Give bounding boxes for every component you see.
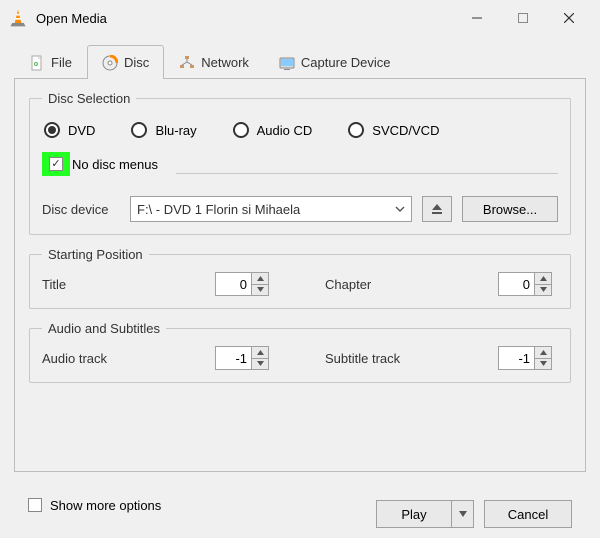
tab-file[interactable]: File (14, 45, 87, 79)
disc-icon (102, 55, 118, 71)
file-icon (29, 55, 45, 71)
radio-bluray[interactable]: Blu-ray (131, 122, 196, 138)
radio-dot-icon (44, 122, 60, 138)
title-spin-buttons (251, 272, 269, 296)
eject-icon (430, 202, 444, 216)
minimize-button[interactable] (454, 3, 500, 33)
audio-track-spinner[interactable] (215, 346, 271, 370)
radio-dot-icon (131, 122, 147, 138)
chapter-spin-buttons (534, 272, 552, 296)
tab-network[interactable]: Network (164, 45, 264, 79)
tab-file-label: File (51, 55, 72, 70)
audio-subtitles-legend: Audio and Subtitles (42, 321, 166, 336)
audio-spin-up[interactable] (251, 346, 269, 358)
disc-device-label: Disc device (42, 202, 120, 217)
tab-capture[interactable]: Capture Device (264, 45, 406, 79)
no-disc-menus-highlight (42, 152, 70, 176)
radio-dot-icon (233, 122, 249, 138)
audio-spin-buttons (251, 346, 269, 370)
show-more-options[interactable]: Show more options (28, 498, 161, 513)
browse-button[interactable]: Browse... (462, 196, 558, 222)
audio-track-label: Audio track (42, 351, 205, 366)
disc-type-radios: DVD Blu-ray Audio CD SVCD/VCD (42, 116, 558, 148)
radio-dot-icon (348, 122, 364, 138)
subtitle-track-input[interactable] (498, 346, 534, 370)
titlebar: Open Media (0, 0, 600, 36)
chapter-label: Chapter (325, 277, 488, 292)
title-spinner[interactable] (215, 272, 271, 296)
browse-label: Browse... (483, 202, 537, 217)
title-input[interactable] (215, 272, 251, 296)
chapter-spin-up[interactable] (534, 272, 552, 284)
play-button[interactable]: Play (376, 500, 452, 528)
audio-subtitles-group: Audio and Subtitles Audio track Subtitle… (29, 321, 571, 383)
show-more-label: Show more options (50, 498, 161, 513)
subtitle-spin-buttons (534, 346, 552, 370)
radio-dvd-label: DVD (68, 123, 95, 138)
cancel-button[interactable]: Cancel (484, 500, 572, 528)
no-disc-menus-label: No disc menus (72, 157, 158, 172)
maximize-button[interactable] (500, 3, 546, 33)
no-disc-menus-checkbox[interactable] (49, 157, 63, 171)
chapter-input[interactable] (498, 272, 534, 296)
open-media-window: Open Media File Disc Network Capture Dev (0, 0, 600, 538)
window-title: Open Media (36, 11, 454, 26)
show-more-checkbox[interactable] (28, 498, 42, 512)
tab-disc-label: Disc (124, 55, 149, 70)
chevron-down-icon (459, 511, 467, 517)
chevron-down-icon (395, 204, 405, 214)
content-area: File Disc Network Capture Device Disc Se… (0, 36, 600, 538)
radio-svcd[interactable]: SVCD/VCD (348, 122, 439, 138)
capture-icon (279, 55, 295, 71)
radio-bluray-label: Blu-ray (155, 123, 196, 138)
close-button[interactable] (546, 3, 592, 33)
starting-position-group: Starting Position Title Chapter (29, 247, 571, 309)
title-spin-up[interactable] (251, 272, 269, 284)
title-label: Title (42, 277, 205, 292)
chapter-spin-down[interactable] (534, 284, 552, 297)
footer-buttons: Play Cancel (376, 482, 572, 528)
audio-track-input[interactable] (215, 346, 251, 370)
disc-device-row: Disc device F:\ - DVD 1 Florin si Mihael… (42, 182, 558, 222)
chapter-spinner[interactable] (498, 272, 554, 296)
play-dropdown-button[interactable] (452, 500, 474, 528)
cancel-label: Cancel (508, 507, 548, 522)
play-label: Play (401, 507, 426, 522)
play-button-group: Play (376, 500, 474, 528)
tab-capture-label: Capture Device (301, 55, 391, 70)
radio-audiocd-label: Audio CD (257, 123, 313, 138)
subtitle-track-spinner[interactable] (498, 346, 554, 370)
tab-network-label: Network (201, 55, 249, 70)
disc-selection-group: Disc Selection DVD Blu-ray Audio CD SVCD… (29, 91, 571, 235)
eject-button[interactable] (422, 196, 452, 222)
disc-device-value: F:\ - DVD 1 Florin si Mihaela (137, 202, 300, 217)
no-disc-menus-row: No disc menus (42, 148, 558, 182)
radio-audiocd[interactable]: Audio CD (233, 122, 313, 138)
subtitle-spin-up[interactable] (534, 346, 552, 358)
title-spin-down[interactable] (251, 284, 269, 297)
window-controls (454, 3, 592, 33)
dialog-footer: Show more options Play Cancel (14, 472, 586, 528)
radio-dvd[interactable]: DVD (44, 122, 95, 138)
network-icon (179, 55, 195, 71)
tab-bar: File Disc Network Capture Device (14, 44, 586, 78)
radio-svcd-label: SVCD/VCD (372, 123, 439, 138)
audio-spin-down[interactable] (251, 358, 269, 371)
divider (176, 173, 558, 174)
subtitle-track-label: Subtitle track (325, 351, 488, 366)
disc-selection-legend: Disc Selection (42, 91, 136, 106)
subtitle-spin-down[interactable] (534, 358, 552, 371)
starting-position-legend: Starting Position (42, 247, 149, 262)
vlc-icon (8, 8, 28, 28)
tab-disc[interactable]: Disc (87, 45, 164, 79)
disc-panel: Disc Selection DVD Blu-ray Audio CD SVCD… (14, 78, 586, 472)
disc-device-combo[interactable]: F:\ - DVD 1 Florin si Mihaela (130, 196, 412, 222)
